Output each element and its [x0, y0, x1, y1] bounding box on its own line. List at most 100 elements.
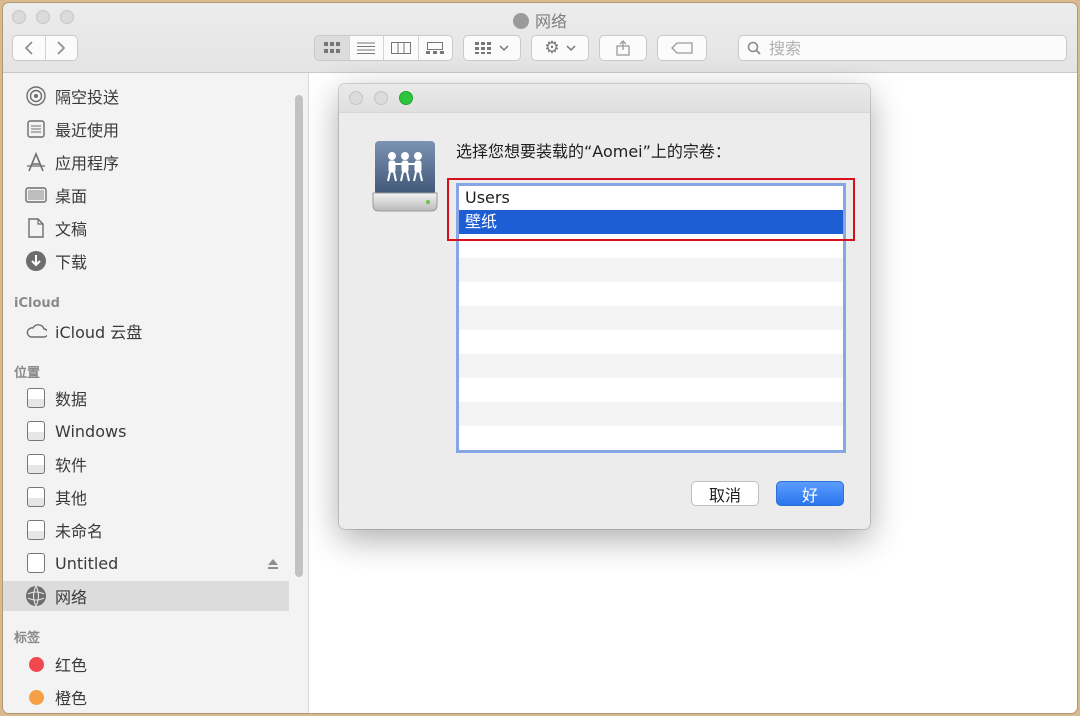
mount-volume-dialog: 选择您想要装载的“Aomei”上的宗卷： Users 壁纸 取消 好 [339, 84, 870, 529]
sidebar-item-label: 网络 [55, 588, 88, 607]
list-empty-row [459, 234, 843, 258]
sidebar-item-icloud-drive[interactable]: iCloud 云盘 [3, 316, 289, 346]
list-empty-row [459, 330, 843, 354]
column-view-button[interactable] [384, 36, 419, 60]
sidebar-item-label: 应用程序 [55, 154, 120, 173]
list-empty-row [459, 306, 843, 330]
sidebar-item-recents[interactable]: 最近使用 [3, 114, 289, 144]
applications-icon [25, 151, 47, 173]
airdrop-icon [25, 85, 47, 107]
list-empty-row [459, 282, 843, 306]
group-grid-icon [475, 42, 491, 54]
dialog-close-button[interactable] [349, 91, 363, 105]
sidebar-item-label: iCloud 云盘 [55, 323, 143, 342]
sidebar-item-disk-other[interactable]: 其他 [3, 482, 289, 512]
dialog-minimize-button[interactable] [374, 91, 388, 105]
shared-server-icon [372, 139, 438, 215]
sidebar-item-label: 红色 [55, 656, 88, 675]
sidebar-item-disk-software[interactable]: 软件 [3, 449, 289, 479]
dialog-zoom-button[interactable] [399, 91, 413, 105]
volume-row-users[interactable]: Users [459, 186, 843, 210]
window-title: 网络 [3, 8, 1077, 32]
search-field[interactable] [738, 35, 1067, 61]
sidebar-item-applications[interactable]: 应用程序 [3, 147, 289, 177]
eject-icon[interactable] [267, 555, 279, 574]
sidebar: 隔空投送 最近使用 应用程序 桌面 文稿 下载 iCloud iCloud 云盘… [3, 73, 309, 713]
sidebar-item-label: 文稿 [55, 220, 88, 239]
list-empty-row [459, 426, 843, 450]
sidebar-item-label: 隔空投送 [55, 88, 120, 107]
list-view-icon [357, 42, 376, 54]
share-icon [616, 40, 630, 56]
window-title-text: 网络 [534, 12, 567, 31]
sidebar-item-disk-windows[interactable]: Windows [3, 416, 289, 446]
view-mode-buttons [314, 35, 453, 61]
ok-button[interactable]: 好 [776, 481, 844, 506]
disk-icon [25, 519, 47, 541]
sidebar-item-documents[interactable]: 文稿 [3, 213, 289, 243]
sidebar-item-label: Untitled [55, 553, 119, 573]
edit-tags-button[interactable] [657, 35, 707, 61]
sidebar-section-icloud: iCloud [14, 296, 60, 311]
sidebar-item-network[interactable]: 网络 [3, 581, 289, 611]
disk-icon [25, 552, 47, 574]
tag-icon [671, 42, 693, 54]
cancel-button[interactable]: 取消 [691, 481, 759, 506]
list-empty-row [459, 378, 843, 402]
sidebar-item-disk-unnamed[interactable]: 未命名 [3, 515, 289, 545]
disk-icon [25, 453, 47, 475]
sidebar-section-locations: 位置 [14, 366, 41, 381]
network-icon [25, 585, 47, 607]
finder-window: 网络 ⚙ 搜索 隔空投送 最近使用 应用程序 桌面 文稿 下载 iCloud i… [3, 3, 1077, 713]
icon-view-button[interactable] [315, 36, 350, 60]
sidebar-item-label: 其他 [55, 489, 88, 508]
action-menu-button[interactable]: ⚙ [531, 35, 589, 61]
sidebar-item-label: 未命名 [55, 522, 104, 541]
sidebar-item-label: 桌面 [55, 187, 88, 206]
volume-list[interactable]: Users 壁纸 [456, 183, 846, 453]
forward-button[interactable] [45, 36, 77, 60]
sidebar-item-tag-orange[interactable]: 橙色 [3, 682, 289, 712]
back-button[interactable] [13, 36, 46, 60]
gallery-view-button[interactable] [418, 36, 452, 60]
sidebar-item-airdrop[interactable]: 隔空投送 [3, 81, 289, 111]
search-input[interactable] [767, 37, 1041, 59]
list-empty-row [459, 258, 843, 282]
volume-row-wallpaper[interactable]: 壁纸 [459, 210, 843, 234]
sidebar-item-label: 橙色 [55, 689, 88, 708]
disk-icon [25, 387, 47, 409]
share-button[interactable] [599, 35, 647, 61]
dialog-prompt: 选择您想要装载的“Aomei”上的宗卷： [456, 142, 731, 161]
documents-icon [25, 217, 47, 239]
gear-icon: ⚙ [544, 38, 560, 58]
column-view-icon [390, 42, 411, 54]
list-view-button[interactable] [349, 36, 384, 60]
sidebar-item-label: 下载 [55, 253, 88, 272]
sidebar-item-desktop[interactable]: 桌面 [3, 180, 289, 210]
toolbar: 网络 ⚙ 搜索 [3, 3, 1077, 73]
disk-icon [25, 420, 47, 442]
disk-icon [25, 486, 47, 508]
dialog-titlebar [339, 84, 870, 113]
orange-tag-dot-icon [25, 686, 47, 708]
nav-buttons [12, 35, 78, 61]
list-empty-row [459, 402, 843, 426]
list-empty-row [459, 354, 843, 378]
network-globe-icon [512, 13, 529, 29]
sidebar-item-disk-data[interactable]: 数据 [3, 383, 289, 413]
chevron-down-icon [499, 45, 509, 52]
recents-icon [25, 118, 47, 140]
sidebar-item-label: Windows [55, 421, 127, 441]
group-by-button[interactable] [463, 35, 521, 61]
icon-view-icon [323, 42, 340, 53]
sidebar-item-downloads[interactable]: 下载 [3, 246, 289, 276]
downloads-icon [25, 250, 47, 272]
cloud-icon [25, 320, 47, 342]
chevron-right-icon [57, 41, 66, 55]
sidebar-item-tag-red[interactable]: 红色 [3, 649, 289, 679]
sidebar-scrollbar[interactable] [295, 95, 303, 577]
sidebar-item-label: 最近使用 [55, 121, 120, 140]
chevron-left-icon [24, 41, 33, 55]
gallery-view-icon [426, 42, 445, 54]
sidebar-item-disk-untitled[interactable]: Untitled [3, 548, 289, 578]
